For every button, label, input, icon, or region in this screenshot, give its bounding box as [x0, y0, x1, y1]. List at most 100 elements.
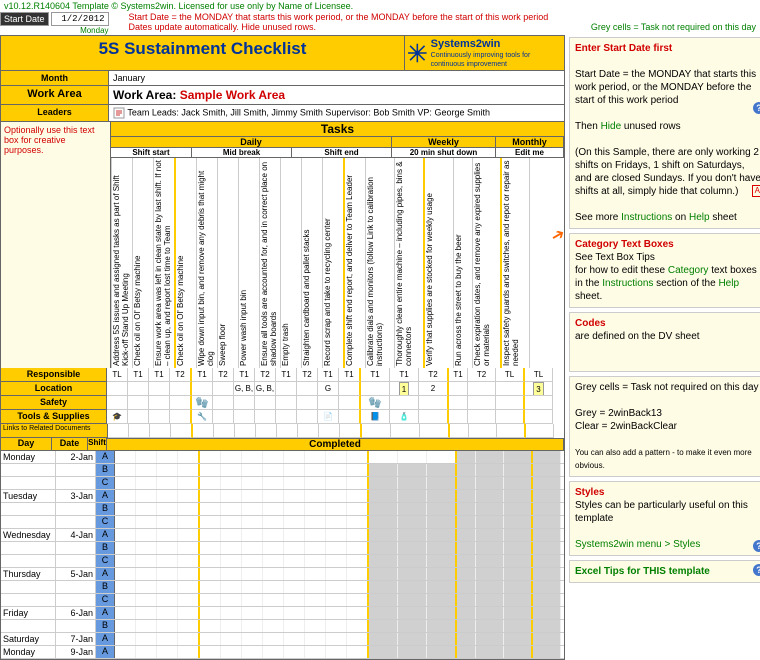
completion-cell[interactable]: [115, 464, 136, 476]
completion-cell[interactable]: [504, 490, 533, 502]
completion-cell[interactable]: [284, 594, 305, 606]
completion-cell[interactable]: [326, 607, 347, 619]
grid-cell[interactable]: [319, 424, 340, 438]
completion-cell[interactable]: [157, 490, 178, 502]
grid-cell[interactable]: [150, 424, 171, 438]
completion-cell[interactable]: [369, 451, 398, 463]
completion-cell[interactable]: [263, 516, 284, 528]
completion-cell[interactable]: [263, 607, 284, 619]
grid-cell[interactable]: [276, 382, 297, 396]
completion-cell[interactable]: [178, 594, 200, 606]
completion-cell[interactable]: [427, 529, 457, 541]
grid-cell[interactable]: [468, 382, 496, 396]
leaders-value[interactable]: Team Leads: Jack Smith, Jill Smith, Jimm…: [109, 105, 564, 121]
completion-cell[interactable]: [242, 542, 263, 554]
grid-cell[interactable]: [149, 396, 170, 410]
grid-cell[interactable]: [255, 410, 276, 424]
completion-cell[interactable]: [369, 529, 398, 541]
completion-cell[interactable]: [242, 503, 263, 515]
completion-cell[interactable]: [115, 620, 136, 632]
completion-cell[interactable]: [136, 451, 157, 463]
completion-cell[interactable]: [369, 464, 398, 476]
completion-cell[interactable]: [221, 646, 242, 658]
completion-cell[interactable]: [157, 529, 178, 541]
completion-cell[interactable]: [221, 503, 242, 515]
completion-cell[interactable]: [178, 607, 200, 619]
completion-cell[interactable]: [533, 594, 561, 606]
completion-cell[interactable]: [427, 594, 457, 606]
completion-cell[interactable]: [263, 451, 284, 463]
completion-cell[interactable]: [533, 542, 561, 554]
completion-cell[interactable]: [136, 516, 157, 528]
grid-cell[interactable]: [297, 410, 318, 424]
completion-cell[interactable]: [157, 503, 178, 515]
grid-cell[interactable]: [496, 396, 525, 410]
completion-cell[interactable]: [136, 581, 157, 593]
completion-cell[interactable]: [347, 607, 369, 619]
completion-cell[interactable]: [427, 620, 457, 632]
completion-cell[interactable]: [326, 477, 347, 489]
shift-cell[interactable]: B: [96, 542, 115, 554]
grid-cell[interactable]: T1: [192, 368, 213, 382]
completion-cell[interactable]: [263, 646, 284, 658]
completion-cell[interactable]: [284, 607, 305, 619]
completion-cell[interactable]: [221, 464, 242, 476]
completion-cell[interactable]: [326, 490, 347, 502]
completion-cell[interactable]: [533, 607, 561, 619]
grid-cell[interactable]: T1: [149, 368, 170, 382]
completion-cell[interactable]: [242, 516, 263, 528]
completion-cell[interactable]: [136, 646, 157, 658]
completion-cell[interactable]: [476, 555, 504, 567]
completion-cell[interactable]: [305, 555, 326, 567]
completion-cell[interactable]: [263, 464, 284, 476]
completion-cell[interactable]: [115, 477, 136, 489]
completion-cell[interactable]: [242, 620, 263, 632]
completion-cell[interactable]: [398, 516, 427, 528]
completion-cell[interactable]: [284, 477, 305, 489]
completion-cell[interactable]: [263, 503, 284, 515]
grid-cell[interactable]: G, B, P: [255, 382, 276, 396]
shift-cell[interactable]: B: [96, 503, 115, 515]
completion-cell[interactable]: [178, 542, 200, 554]
grid-cell[interactable]: 2: [419, 382, 449, 396]
grid-cell[interactable]: [256, 424, 277, 438]
completion-cell[interactable]: [427, 451, 457, 463]
completion-cell[interactable]: [347, 633, 369, 645]
completion-cell[interactable]: [326, 646, 347, 658]
grid-cell[interactable]: [419, 396, 449, 410]
grid-cell[interactable]: [525, 396, 553, 410]
completion-cell[interactable]: [284, 620, 305, 632]
completion-cell[interactable]: [504, 451, 533, 463]
completion-cell[interactable]: [457, 477, 476, 489]
completion-cell[interactable]: [427, 503, 457, 515]
shift-cell[interactable]: A: [96, 633, 115, 645]
completion-cell[interactable]: [284, 464, 305, 476]
grid-cell[interactable]: T1: [234, 368, 255, 382]
grid-cell[interactable]: 🧤: [192, 396, 213, 410]
completion-cell[interactable]: [178, 633, 200, 645]
completion-cell[interactable]: [504, 529, 533, 541]
completion-cell[interactable]: [347, 529, 369, 541]
completion-cell[interactable]: [263, 581, 284, 593]
grid-cell[interactable]: T1: [361, 368, 390, 382]
completion-cell[interactable]: [136, 529, 157, 541]
completion-cell[interactable]: [115, 646, 136, 658]
completion-cell[interactable]: [427, 516, 457, 528]
grid-cell[interactable]: [192, 382, 213, 396]
completion-cell[interactable]: [263, 633, 284, 645]
completion-cell[interactable]: [178, 516, 200, 528]
completion-cell[interactable]: [178, 529, 200, 541]
grid-cell[interactable]: [128, 410, 149, 424]
completion-cell[interactable]: [369, 594, 398, 606]
grid-cell[interactable]: [361, 382, 390, 396]
completion-cell[interactable]: [504, 633, 533, 645]
completion-cell[interactable]: [476, 633, 504, 645]
grid-cell[interactable]: 🧤: [361, 396, 390, 410]
completion-cell[interactable]: [326, 464, 347, 476]
completion-cell[interactable]: [221, 516, 242, 528]
completion-cell[interactable]: [369, 516, 398, 528]
completion-cell[interactable]: [157, 555, 178, 567]
completion-cell[interactable]: [347, 451, 369, 463]
grid-cell[interactable]: 🎓: [107, 410, 128, 424]
completion-cell[interactable]: [457, 581, 476, 593]
